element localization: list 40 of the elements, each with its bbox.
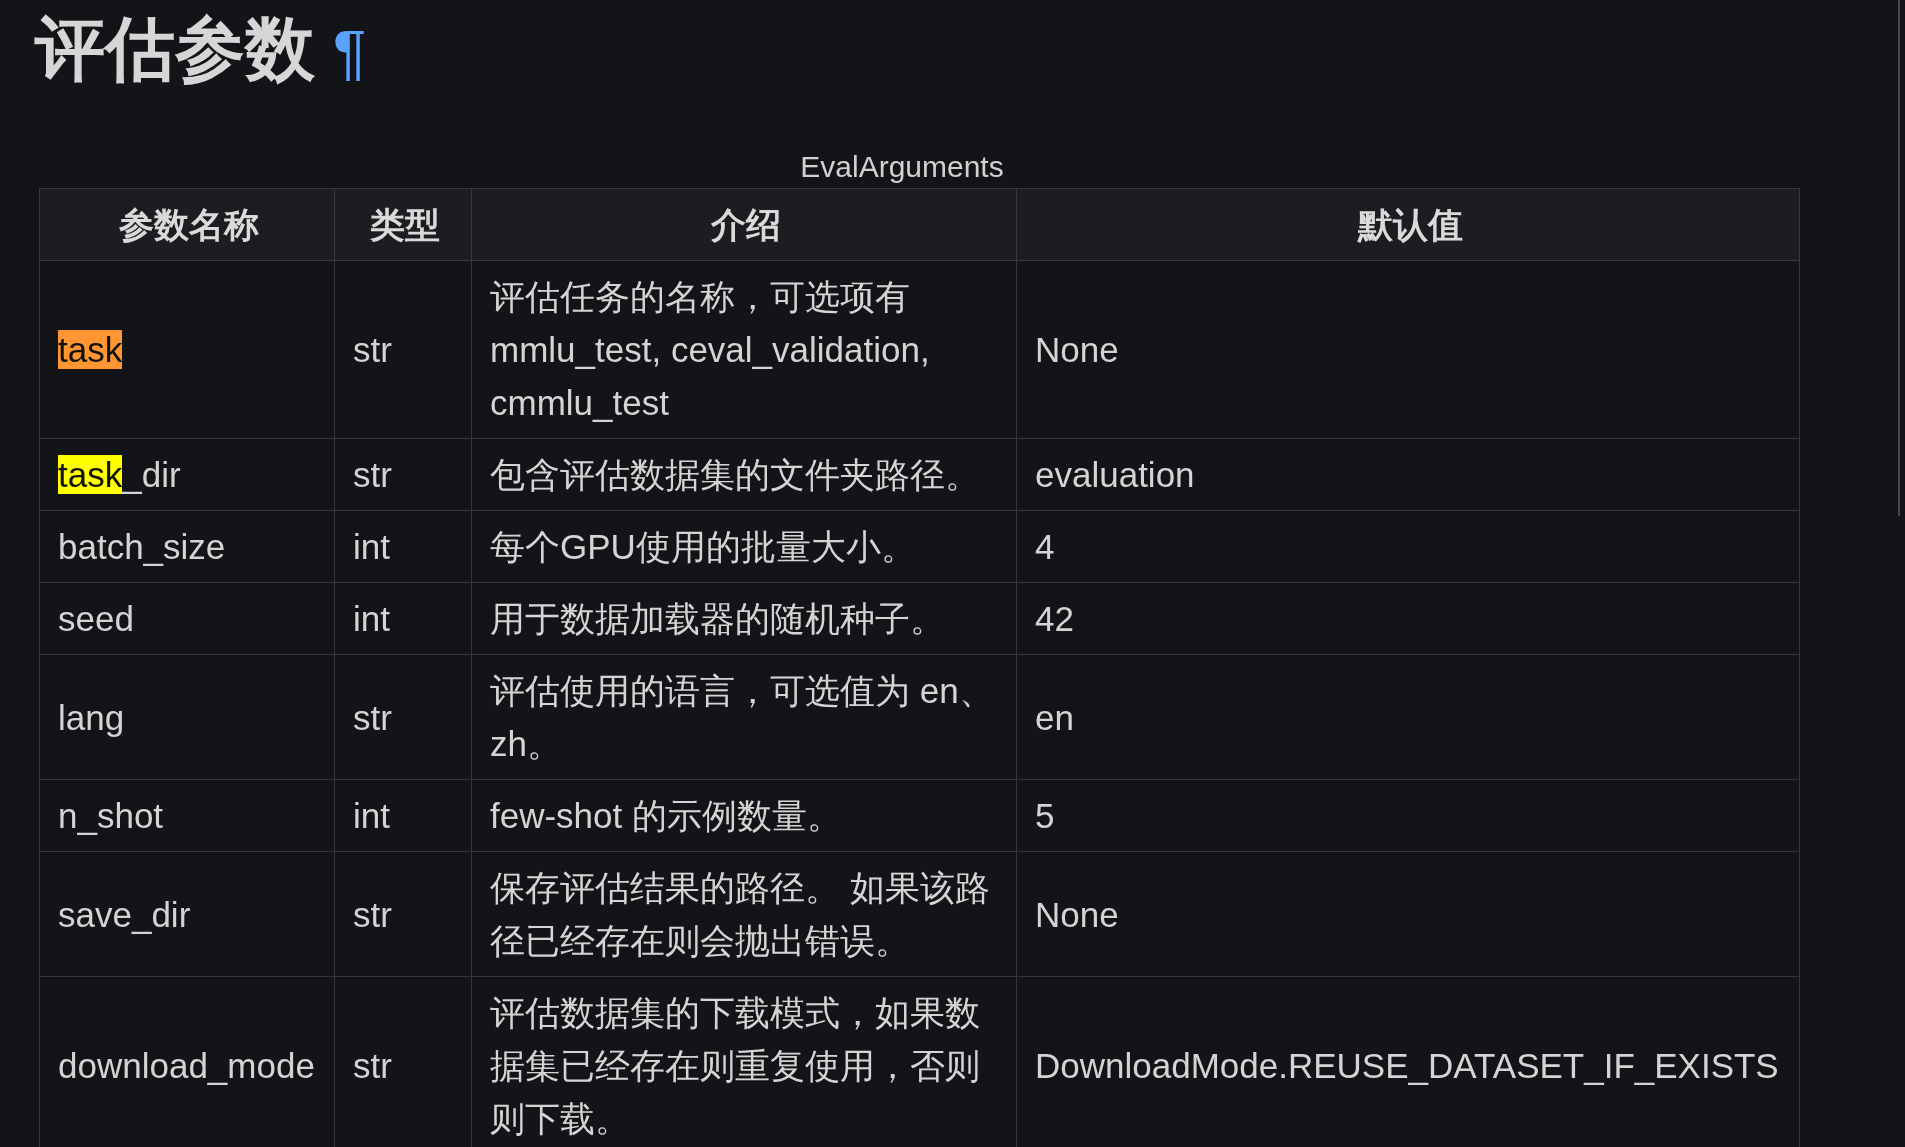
parameter-type: str [353, 455, 392, 494]
parameter-name: save_dir [58, 894, 191, 934]
default-value: 4 [1035, 527, 1055, 566]
default-value: evaluation [1035, 455, 1195, 494]
parameter-name: download_mode [58, 1046, 315, 1085]
parameter-name: task_dir [58, 455, 181, 494]
parameter-type: int [353, 527, 390, 566]
parameter-type: int [353, 796, 390, 835]
parameter-description: 评估任务的名称，可选项有 mmlu_test, ceval_validation, cmmlu_test [490, 277, 930, 422]
parameter-type: str [353, 1046, 392, 1085]
parameter-description: 每个GPU使用的批量大小。 [490, 527, 916, 566]
parameter-name: n_shot [58, 796, 164, 835]
parameter-description: 保存评估结果的路径。 如果该路径已经存在则会抛出错误。 [490, 868, 990, 960]
column-header: 参数名称 [119, 205, 259, 244]
parameter-description: 评估使用的语言，可选值为 en、zh。 [490, 671, 994, 763]
parameter-description: 用于数据加载器的随机种子。 [490, 599, 945, 638]
parameter-name: seed [58, 599, 134, 638]
table-caption: EvalArguments [800, 150, 1004, 183]
scrollbar-thumb[interactable] [1898, 0, 1900, 516]
default-value: 42 [1035, 599, 1074, 638]
parameter-type: str [353, 697, 392, 737]
column-header: 介绍 [711, 205, 781, 244]
parameter-description: 评估数据集的下载模式，如果数据集已经存在则重复使用，否则则下载。 [490, 993, 980, 1138]
default-value: None [1035, 894, 1119, 934]
parameter-type: str [353, 894, 392, 934]
parameter-type: str [353, 330, 392, 369]
parameter-type: int [353, 599, 390, 638]
parameter-description: 包含评估数据集的文件夹路径。 [490, 455, 980, 494]
default-value: 5 [1035, 796, 1055, 835]
page-title: 评估参数 [35, 9, 315, 90]
parameter-name: lang [58, 697, 125, 737]
parameter-name: batch_size [58, 527, 226, 566]
anchor-link[interactable]: ¶ [333, 10, 367, 94]
column-header: 默认值 [1357, 205, 1463, 244]
default-value: None [1035, 330, 1119, 369]
parameter-name: task [58, 330, 123, 369]
parameter-description: few-shot 的示例数量。 [490, 796, 842, 835]
column-header: 类型 [370, 205, 440, 244]
default-value: en [1035, 697, 1074, 737]
default-value: DownloadMode.REUSE_DATASET_IF_EXISTS [1035, 1046, 1779, 1085]
